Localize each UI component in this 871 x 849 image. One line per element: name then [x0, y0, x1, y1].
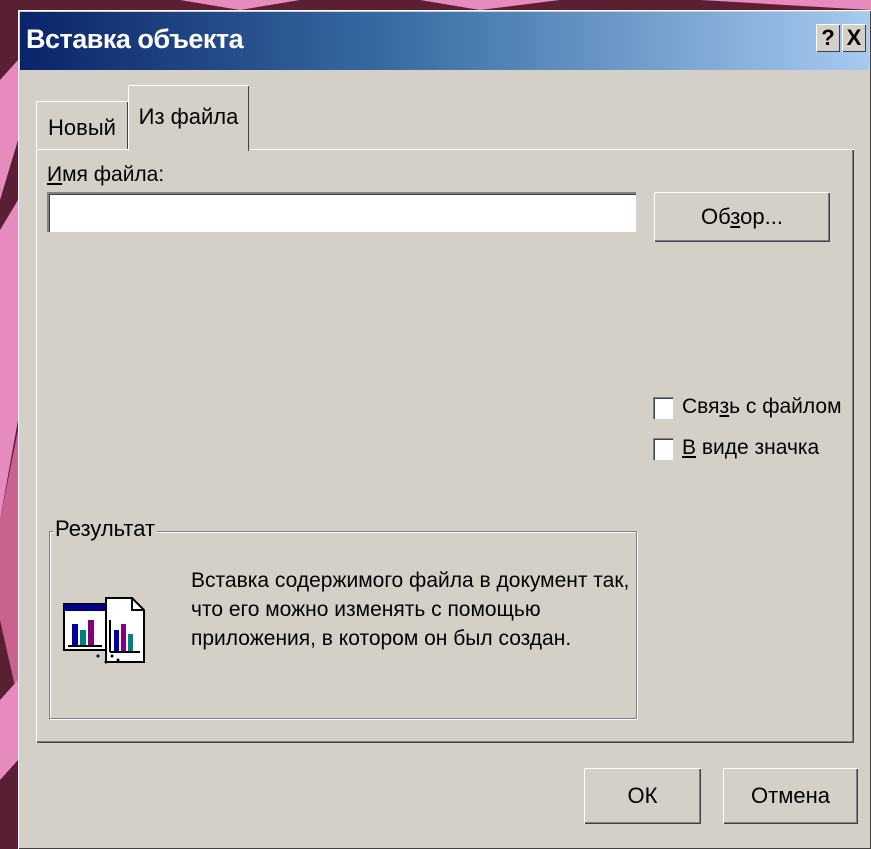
result-title: Результат: [53, 516, 158, 542]
tab-from-file[interactable]: Из файла: [128, 85, 249, 153]
tab-new[interactable]: Новый: [36, 101, 128, 151]
link-to-file-checkbox[interactable]: [653, 397, 673, 419]
icon-label-hotkey: В: [682, 436, 697, 459]
display-as-icon-checkbox[interactable]: [653, 438, 673, 460]
link-label-post: ь с файлом: [729, 395, 842, 418]
icon-label-post: виде значка: [696, 436, 820, 459]
insert-file-document-icon: [63, 597, 145, 664]
display-as-icon-label[interactable]: В виде значка: [682, 436, 819, 460]
result-line: приложения, в котором он был создан.: [191, 627, 572, 650]
cancel-button[interactable]: Отмена: [723, 768, 858, 824]
tab-new-label: Новый: [48, 115, 116, 140]
dialog-title: Вставка объекта: [26, 24, 244, 54]
link-to-file-label[interactable]: Связь с файлом: [682, 395, 842, 419]
tab-from-file-label: Из файла: [138, 104, 239, 129]
insert-object-dialog: Вставка объекта ? X Новый Из файла Имя ф…: [18, 10, 871, 849]
result-line: что его можно изменять с помощью: [191, 598, 541, 621]
result-description: Вставка содержимого файла в документ так…: [191, 566, 631, 653]
browse-button[interactable]: Обзор...: [654, 192, 830, 242]
file-name-label-text: мя файла:: [62, 163, 165, 186]
help-button[interactable]: ?: [816, 24, 840, 52]
file-name-input[interactable]: [47, 192, 636, 232]
browse-label-pre: Об: [701, 204, 731, 229]
file-name-label-hotkey: И: [47, 163, 63, 186]
link-label-pre: Свя: [682, 395, 720, 418]
ok-button[interactable]: ОК: [584, 768, 701, 824]
result-line: Вставка содержимого файла в документ так…: [191, 569, 630, 592]
browse-label-hotkey: з: [730, 204, 741, 229]
link-label-hotkey: з: [719, 395, 730, 418]
title-bar[interactable]: Вставка объекта ? X: [20, 12, 869, 70]
close-button[interactable]: X: [842, 24, 866, 52]
browse-label-post: ор...: [740, 204, 783, 229]
file-name-label: Имя файла:: [47, 163, 164, 187]
